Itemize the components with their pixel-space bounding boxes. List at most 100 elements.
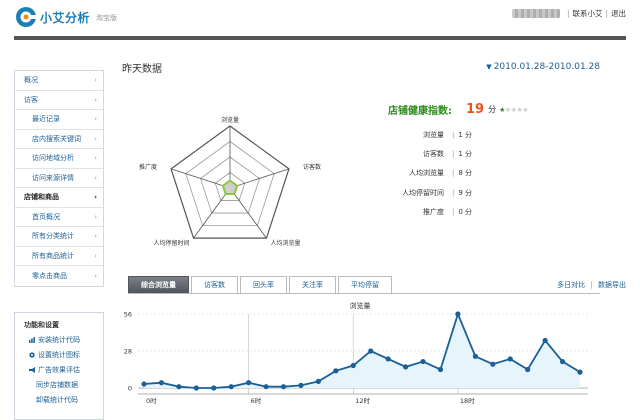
- sidebar-item-shop-products[interactable]: 店铺和商品 ›: [15, 188, 103, 208]
- data-point[interactable]: [525, 366, 531, 373]
- logo-text: 小艾分析: [40, 10, 91, 25]
- compare-days-link[interactable]: 多日对比: [557, 281, 585, 289]
- data-point[interactable]: [507, 356, 513, 362]
- chevron-right-icon: ›: [94, 115, 97, 124]
- sidebar-item-categories[interactable]: 所有分类统计 ›: [15, 227, 103, 247]
- data-point[interactable]: [437, 366, 444, 373]
- metric-row: 推广度 | 0 分: [388, 202, 538, 221]
- sidebar-item-region[interactable]: 访问地域分析 ›: [15, 149, 103, 169]
- install-code-link[interactable]: 安装统计代码: [15, 335, 103, 345]
- pageviews-chart: 浏览量 0 28 56 0时 6时 12时 18时: [124, 301, 588, 405]
- y-tick-label: 0: [128, 385, 132, 393]
- page-title: 昨天数据: [122, 64, 162, 75]
- y-tick-label: 28: [124, 348, 132, 356]
- sidebar-item-homepage[interactable]: 首页概况 ›: [15, 208, 103, 227]
- sidebar-item-label: 所有商品统计: [32, 251, 74, 260]
- data-point[interactable]: [542, 337, 548, 344]
- data-point[interactable]: [193, 385, 199, 391]
- function-label: 安装统计代码: [38, 336, 80, 344]
- sidebar-item-label: 首页概况: [32, 212, 60, 221]
- sidebar-item-zero-click[interactable]: 零点击商品 ›: [15, 266, 103, 286]
- data-point[interactable]: [472, 353, 478, 359]
- set-icon-link[interactable]: 设置统计图标: [15, 350, 103, 360]
- date-range-picker[interactable]: ▼ 2010.01.28-2010.01.28: [486, 62, 600, 72]
- radar-axis-label: 人均停留时间: [154, 239, 190, 247]
- radar-chart: 浏览量访客数人均浏览量 人均停留时间 推广度: [139, 116, 321, 247]
- data-point[interactable]: [141, 381, 147, 387]
- chart-tabs: 综合浏览量 访客数 回头率 关注率 平均停留: [128, 276, 600, 294]
- radar-axis: [170, 168, 231, 189]
- data-point[interactable]: [158, 380, 165, 386]
- data-point[interactable]: [490, 361, 496, 367]
- x-tick-label: 12时: [355, 396, 370, 405]
- tab-follow-rate[interactable]: 关注率: [289, 276, 336, 293]
- data-point[interactable]: [455, 311, 461, 317]
- radar-axis-label: 浏览量: [221, 116, 239, 124]
- metric-value: 1 分: [458, 130, 473, 139]
- sidebar-item-label: 概况: [24, 76, 38, 85]
- sidebar-item-all-products[interactable]: 所有商品统计 ›: [15, 247, 103, 266]
- sidebar-item-label: 访问地域分析: [32, 154, 74, 163]
- health-score: 19: [466, 102, 485, 117]
- radar-axis-label: 人均浏览量: [270, 239, 300, 247]
- sidebar-item-visitors[interactable]: 访客 ›: [15, 91, 103, 110]
- metric-row: 浏览量 | 1 分: [388, 125, 538, 144]
- uninstall-code-link[interactable]: 卸载统计代码: [15, 395, 103, 405]
- data-point[interactable]: [333, 368, 339, 374]
- contact-link[interactable]: 联系小艾: [572, 8, 602, 19]
- data-point[interactable]: [246, 380, 252, 386]
- sidebar-item-label: 访客: [24, 95, 38, 104]
- header: 小艾分析 淘宝版 | 联系小艾 | 退出: [0, 0, 640, 36]
- tab-return-rate[interactable]: 回头率: [240, 276, 287, 293]
- data-point[interactable]: [280, 384, 287, 390]
- ad-evaluation-link[interactable]: 广告效果评估: [15, 365, 103, 375]
- data-point[interactable]: [298, 382, 304, 388]
- data-point[interactable]: [368, 348, 374, 354]
- function-label: 设置统计图标: [38, 351, 80, 359]
- sidebar-item-source[interactable]: 访问来源详情 ›: [15, 169, 103, 188]
- sidebar-item-overview[interactable]: 概况 ›: [15, 71, 103, 91]
- chart-title: 浏览量: [350, 301, 371, 310]
- data-point[interactable]: [420, 358, 426, 365]
- x-tick-label: 6时: [251, 396, 262, 405]
- data-point[interactable]: [176, 384, 182, 390]
- data-point[interactable]: [350, 362, 356, 369]
- data-point[interactable]: [228, 384, 234, 390]
- data-point[interactable]: [315, 378, 321, 384]
- tab-avg-stay[interactable]: 平均停留: [338, 276, 392, 293]
- data-point[interactable]: [385, 356, 391, 362]
- chevron-right-icon: ›: [94, 212, 97, 221]
- sidebar-item-recent[interactable]: 最近记录 ›: [15, 110, 103, 130]
- data-point[interactable]: [403, 364, 409, 370]
- caret-down-icon: ▼: [486, 63, 492, 71]
- logo[interactable]: 小艾分析 淘宝版: [14, 5, 117, 29]
- logout-link[interactable]: 退出: [611, 8, 626, 19]
- x-tick-label: 18时: [460, 396, 475, 405]
- tab-pageviews[interactable]: 综合浏览量: [128, 276, 189, 293]
- sync-data-link[interactable]: 同步店铺数据: [15, 380, 103, 390]
- chevron-right-icon: ›: [94, 95, 97, 104]
- settings-icon: [29, 352, 35, 358]
- export-data-link[interactable]: 数据导出: [598, 281, 626, 289]
- code-icon: [29, 337, 35, 343]
- radar-axis: [229, 168, 290, 189]
- data-point[interactable]: [559, 358, 566, 365]
- sidebar-item-label: 店铺和商品: [24, 193, 59, 202]
- logo-icon: [16, 7, 38, 27]
- sidebar-item-label: 店内搜索关键词: [32, 134, 81, 143]
- sidebar-nav: 概况 › 访客 › 最近记录 › 店内搜索关键词 › 访问地域分析 › 访问来源详情 › 店…: [14, 70, 104, 287]
- functions-title: 功能和设置: [24, 321, 59, 329]
- metric-label: 浏览量: [423, 130, 444, 139]
- data-point[interactable]: [577, 369, 583, 375]
- function-label: 卸载统计代码: [36, 396, 78, 404]
- chevron-right-icon: ›: [94, 232, 97, 241]
- chevron-right-icon: ›: [94, 134, 97, 143]
- chevron-right-icon: ›: [94, 173, 97, 182]
- sidebar-item-search-keywords[interactable]: 店内搜索关键词 ›: [15, 130, 103, 149]
- tab-visitors[interactable]: 访客数: [191, 276, 238, 293]
- data-point[interactable]: [211, 385, 217, 391]
- metric-label: 人均浏览量: [409, 169, 444, 178]
- metric-value: 0 分: [458, 207, 473, 216]
- data-point[interactable]: [263, 384, 269, 390]
- x-tick-label: 0时: [146, 396, 157, 405]
